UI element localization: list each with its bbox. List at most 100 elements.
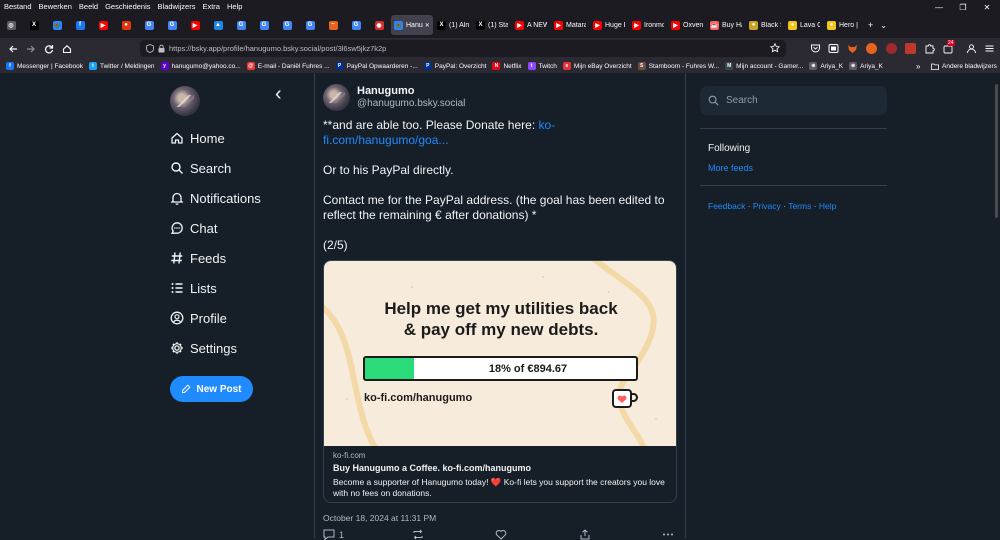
minimize-button[interactable]: —: [928, 0, 950, 14]
sidebar-item-notifications[interactable]: Notifications: [170, 187, 261, 209]
profile-icon[interactable]: [966, 43, 977, 54]
link-preview-card[interactable]: Help me get my utilities back & pay off …: [323, 260, 677, 503]
red-extension-icon[interactable]: [886, 43, 897, 54]
repost-button[interactable]: [412, 529, 424, 540]
menu-item[interactable]: Help: [227, 2, 242, 11]
url-bar[interactable]: https://bsky.app/profile/hanugumo.bsky.s…: [140, 40, 786, 57]
pinned-tab[interactable]: ●: [115, 15, 137, 35]
bookmark-item[interactable]: ⊕ Ariya_K: [809, 62, 843, 70]
bookmark-item[interactable]: @ E-mail - Daniël Fuhres ...: [246, 62, 330, 70]
ublock-icon[interactable]: [866, 43, 877, 54]
bookmark-item[interactable]: y hanugumo@yahoo.co...: [160, 62, 241, 70]
bookmark-item[interactable]: t Twitter / Meldingen: [89, 62, 155, 70]
pinned-tab[interactable]: G: [161, 15, 183, 35]
forward-icon[interactable]: [22, 40, 40, 58]
record-extension-icon[interactable]: [905, 43, 916, 54]
tab[interactable]: ☕Buy Han: [707, 15, 745, 35]
bookmark-item[interactable]: P PayPal Opwaarderen -...: [335, 62, 418, 70]
sidebar-item-search[interactable]: Search: [170, 157, 231, 179]
share-button[interactable]: [579, 529, 591, 540]
lock-icon[interactable]: [158, 44, 165, 53]
tab[interactable]: ▶Ironmou: [629, 15, 667, 35]
menu-item[interactable]: Bewerken: [39, 2, 72, 11]
container-icon[interactable]: [828, 43, 839, 54]
other-bookmarks-folder[interactable]: Andere bladwijzers: [931, 59, 997, 73]
terms-link[interactable]: Terms: [788, 201, 811, 211]
sidebar-item-feeds[interactable]: Feeds: [170, 247, 226, 269]
pinned-tab[interactable]: 🦋: [46, 15, 68, 35]
pinned-tab[interactable]: ◉: [368, 15, 390, 35]
menu-item[interactable]: Extra: [202, 2, 220, 11]
pinned-tab[interactable]: ◎: [0, 15, 22, 35]
active-tab[interactable]: 🦋 Hanu ✕: [391, 15, 433, 35]
pocket-icon[interactable]: [810, 43, 821, 54]
more-feeds-link[interactable]: More feeds: [708, 163, 753, 173]
menu-hamburger-icon[interactable]: [984, 43, 995, 54]
pinned-tab[interactable]: f: [69, 15, 91, 35]
new-post-button[interactable]: New Post: [170, 376, 253, 402]
close-tab-icon[interactable]: ✕: [425, 22, 430, 29]
following-label[interactable]: Following: [708, 143, 750, 154]
privacy-link[interactable]: Privacy: [753, 201, 781, 211]
bookmark-item[interactable]: e Mijn eBay Overzicht: [562, 62, 632, 70]
tab[interactable]: X(1) Startp: [473, 15, 511, 35]
bookmark-item[interactable]: t Twitch: [527, 62, 557, 70]
pinned-tab[interactable]: G: [345, 15, 367, 35]
badge-extension-icon[interactable]: 24: [943, 40, 957, 54]
pinned-tab[interactable]: G: [230, 15, 252, 35]
list-all-tabs-button[interactable]: ⌄: [877, 15, 890, 35]
sidebar-item-profile[interactable]: Profile: [170, 307, 227, 329]
pinned-tab[interactable]: ▶: [184, 15, 206, 35]
fox-extension-icon[interactable]: [847, 43, 858, 54]
user-avatar[interactable]: [170, 86, 200, 116]
page-scrollbar[interactable]: [995, 84, 998, 218]
bookmark-star-icon[interactable]: [770, 43, 780, 53]
new-tab-button[interactable]: +: [865, 15, 876, 35]
tab[interactable]: X(1) Almig: [434, 15, 472, 35]
sidebar-item-home[interactable]: Home: [170, 127, 225, 149]
author-avatar[interactable]: [323, 84, 350, 111]
pinned-tab[interactable]: X: [23, 15, 45, 35]
sidebar-item-chat[interactable]: Chat: [170, 217, 217, 239]
author-name[interactable]: Hanugumo: [357, 85, 414, 97]
pinned-tab[interactable]: ▶: [92, 15, 114, 35]
back-icon[interactable]: [4, 40, 22, 58]
tab[interactable]: ▶Oxventu: [668, 15, 706, 35]
sidebar-item-lists[interactable]: Lists: [170, 277, 217, 299]
pinned-tab[interactable]: G: [276, 15, 298, 35]
menu-item[interactable]: Bestand: [4, 2, 32, 11]
extensions-puzzle-icon[interactable]: [924, 43, 935, 54]
reload-icon[interactable]: [40, 40, 58, 58]
tab[interactable]: ●Black Sw: [746, 15, 784, 35]
shield-icon[interactable]: [146, 44, 154, 53]
tab[interactable]: ●Hero | Do: [824, 15, 862, 35]
more-options-button[interactable]: [662, 529, 674, 540]
bookmark-item[interactable]: ⊕ Ariya_K: [849, 62, 883, 70]
pinned-tab[interactable]: G: [253, 15, 275, 35]
bookmark-item[interactable]: S Stamboom - Fuhres W...: [637, 62, 719, 70]
feedback-link[interactable]: Feedback: [708, 201, 745, 211]
author-handle[interactable]: @hanugumo.bsky.social: [357, 98, 465, 109]
menu-item[interactable]: Geschiedenis: [105, 2, 150, 11]
maximize-button[interactable]: ❐: [952, 0, 974, 14]
close-window-button[interactable]: ✕: [976, 0, 998, 14]
menu-item[interactable]: Beeld: [79, 2, 98, 11]
tab[interactable]: ▶A NEW N: [512, 15, 550, 35]
back-arrow-icon[interactable]: ‹: [275, 84, 282, 104]
bookmark-item[interactable]: M Mijn account - Gamer...: [725, 62, 803, 70]
bookmark-item[interactable]: N Netflix: [492, 62, 522, 70]
sidebar-item-settings[interactable]: Settings: [170, 337, 237, 359]
home-icon[interactable]: [58, 40, 76, 58]
pinned-tab[interactable]: ~: [322, 15, 344, 35]
like-button[interactable]: [495, 529, 507, 540]
pinned-tab[interactable]: G: [299, 15, 321, 35]
tab[interactable]: ▶Matara P: [551, 15, 589, 35]
tab[interactable]: ●Lava Cav: [785, 15, 823, 35]
bookmark-item[interactable]: P PayPal: Overzicht: [423, 62, 486, 70]
bookmark-item[interactable]: f Messenger | Facebook: [6, 62, 83, 70]
reply-button[interactable]: 1: [323, 529, 344, 540]
help-link[interactable]: Help: [819, 201, 836, 211]
pinned-tab[interactable]: G: [138, 15, 160, 35]
menu-item[interactable]: Bladwijzers: [158, 2, 196, 11]
search-input[interactable]: Search: [700, 86, 887, 115]
